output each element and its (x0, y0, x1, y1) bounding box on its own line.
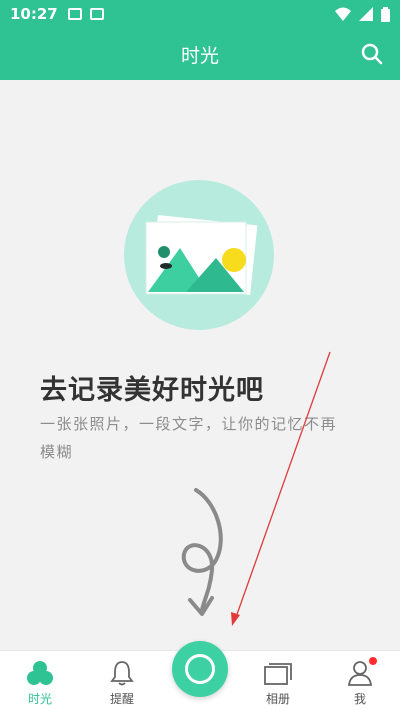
status-time: 10:27 (10, 5, 58, 23)
empty-state-title: 去记录美好时光吧 (40, 375, 264, 406)
tab-album[interactable]: 相册 (248, 651, 308, 710)
signal-icon (359, 7, 373, 21)
photo-placeholder-icon (124, 180, 274, 330)
bell-icon (110, 661, 134, 686)
app-bar: 时光 (0, 28, 400, 80)
tab-label: 我 (353, 692, 366, 706)
album-icon (264, 663, 292, 685)
hint-arrow-icon (181, 488, 223, 616)
record-button[interactable] (172, 641, 228, 697)
empty-state-description: 一张张照片，一段文字，让你的记忆不再模糊 (40, 415, 338, 461)
page-title: 时光 (180, 44, 219, 67)
main-content: 去记录美好时光吧 一张张照片，一段文字，让你的记忆不再模糊 (0, 80, 400, 650)
tab-me[interactable]: 我 (330, 651, 390, 710)
image-icon (67, 8, 82, 20)
person-icon (347, 661, 373, 686)
wifi-icon (335, 7, 351, 21)
bubbles-icon (27, 661, 53, 685)
notification-badge (369, 657, 377, 665)
tab-label: 时光 (27, 692, 52, 706)
record-circle-icon (185, 654, 215, 684)
tab-remind[interactable]: 提醒 (92, 651, 152, 710)
tab-time[interactable]: 时光 (10, 651, 70, 710)
tab-label: 相册 (265, 692, 290, 706)
battery-icon (381, 6, 390, 22)
a-icon (89, 8, 104, 20)
search-button[interactable] (360, 42, 384, 66)
status-bar: 10:27 (0, 0, 400, 28)
search-icon (361, 43, 383, 65)
tab-label: 提醒 (109, 692, 134, 706)
status-right-icons (335, 6, 390, 22)
